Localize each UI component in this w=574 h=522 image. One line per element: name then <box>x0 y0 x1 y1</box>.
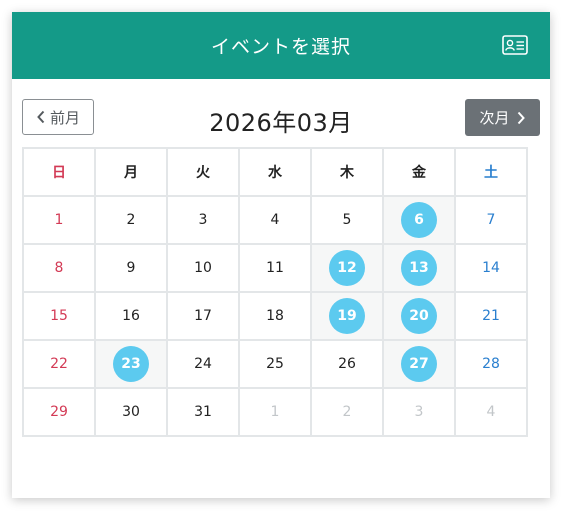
calendar-day-cell: 11 <box>238 243 312 293</box>
calendar-week-row: 8 9 10 11 12 13 14 <box>22 243 528 293</box>
day-number: 2 <box>342 404 352 420</box>
next-month-button[interactable]: 次月 <box>465 99 540 136</box>
event-day-marker[interactable]: 13 <box>401 250 437 286</box>
calendar-day-cell: 14 <box>454 243 528 293</box>
calendar-day-cell: 1 <box>22 195 96 245</box>
day-number: 8 <box>54 260 64 276</box>
calendar-week-row: 22 23 24 25 26 27 28 <box>22 339 528 389</box>
event-day-marker[interactable]: 23 <box>113 346 149 382</box>
calendar-day-cell: 7 <box>454 195 528 245</box>
calendar-day-cell[interactable]: 27 <box>382 339 456 389</box>
calendar-day-cell: 10 <box>166 243 240 293</box>
calendar-day-cell: 28 <box>454 339 528 389</box>
day-number: 24 <box>194 356 212 372</box>
calendar-day-cell: 2 <box>310 387 384 437</box>
day-number: 4 <box>270 212 280 228</box>
day-number: 29 <box>50 404 68 420</box>
day-number: 16 <box>122 308 140 324</box>
weekday-header-row: 日 月 火 水 木 金 土 <box>22 147 528 197</box>
day-number: 1 <box>270 404 280 420</box>
day-number: 5 <box>342 212 352 228</box>
day-number: 17 <box>194 308 212 324</box>
day-number: 22 <box>50 356 68 372</box>
calendar-day-cell: 3 <box>166 195 240 245</box>
day-number: 21 <box>482 308 500 324</box>
day-number: 26 <box>338 356 356 372</box>
day-number: 4 <box>486 404 496 420</box>
calendar-day-cell: 22 <box>22 339 96 389</box>
weekday-thursday: 木 <box>310 147 384 197</box>
chevron-right-icon <box>517 111 525 124</box>
calendar-day-cell: 15 <box>22 291 96 341</box>
calendar-day-cell: 31 <box>166 387 240 437</box>
calendar-day-cell: 1 <box>238 387 312 437</box>
calendar-day-cell: 3 <box>382 387 456 437</box>
day-number: 1 <box>54 212 64 228</box>
calendar-day-cell: 26 <box>310 339 384 389</box>
calendar-day-cell: 18 <box>238 291 312 341</box>
calendar-day-cell: 5 <box>310 195 384 245</box>
calendar-week-row: 15 16 17 18 19 20 21 <box>22 291 528 341</box>
weekday-friday: 金 <box>382 147 456 197</box>
day-number: 11 <box>266 260 284 276</box>
calendar-day-cell: 8 <box>22 243 96 293</box>
weekday-saturday: 土 <box>454 147 528 197</box>
calendar-day-cell[interactable]: 12 <box>310 243 384 293</box>
weekday-monday: 月 <box>94 147 168 197</box>
calendar-day-cell[interactable]: 19 <box>310 291 384 341</box>
calendar-day-cell: 9 <box>94 243 168 293</box>
day-number: 14 <box>482 260 500 276</box>
day-number: 3 <box>414 404 424 420</box>
calendar-day-cell: 24 <box>166 339 240 389</box>
id-card-icon[interactable] <box>502 35 528 55</box>
calendar-grid: 日 月 火 水 木 金 土 1 2 3 4 5 6 7 8 9 10 11 12 13 14 15 16 17 1… <box>22 147 528 437</box>
calendar-week-row: 29 30 31 1 2 3 4 <box>22 387 528 437</box>
calendar-day-cell: 30 <box>94 387 168 437</box>
calendar-day-cell[interactable]: 20 <box>382 291 456 341</box>
day-number: 25 <box>266 356 284 372</box>
weekday-sunday: 日 <box>22 147 96 197</box>
calendar-day-cell: 4 <box>238 195 312 245</box>
weekday-tuesday: 火 <box>166 147 240 197</box>
day-number: 31 <box>194 404 212 420</box>
event-day-marker[interactable]: 6 <box>401 202 437 238</box>
event-day-marker[interactable]: 20 <box>401 298 437 334</box>
calendar-week-row: 1 2 3 4 5 6 7 <box>22 195 528 245</box>
calendar-day-cell[interactable]: 13 <box>382 243 456 293</box>
calendar-day-cell: 29 <box>22 387 96 437</box>
day-number: 2 <box>126 212 136 228</box>
calendar-day-cell: 4 <box>454 387 528 437</box>
day-number: 10 <box>194 260 212 276</box>
event-select-card: イベントを選択 前月 2026年03月 次月 日 月 火 水 木 金 土 1 2… <box>12 12 550 498</box>
next-month-label: 次月 <box>479 109 510 127</box>
calendar-day-cell: 17 <box>166 291 240 341</box>
day-number: 28 <box>482 356 500 372</box>
day-number: 3 <box>198 212 208 228</box>
day-number: 9 <box>126 260 136 276</box>
calendar-day-cell[interactable]: 6 <box>382 195 456 245</box>
header-bar: イベントを選択 <box>12 12 550 79</box>
event-day-marker[interactable]: 12 <box>329 250 365 286</box>
day-number: 18 <box>266 308 284 324</box>
calendar-day-cell: 16 <box>94 291 168 341</box>
weekday-wednesday: 水 <box>238 147 312 197</box>
event-day-marker[interactable]: 27 <box>401 346 437 382</box>
calendar-day-cell[interactable]: 23 <box>94 339 168 389</box>
calendar-day-cell: 25 <box>238 339 312 389</box>
day-number: 30 <box>122 404 140 420</box>
event-day-marker[interactable]: 19 <box>329 298 365 334</box>
day-number: 15 <box>50 308 68 324</box>
calendar-day-cell: 2 <box>94 195 168 245</box>
day-number: 7 <box>486 212 496 228</box>
calendar-day-cell: 21 <box>454 291 528 341</box>
calendar-body: 1 2 3 4 5 6 7 8 9 10 11 12 13 14 15 16 17 18 19 20 21 22 23 24 2… <box>22 195 528 437</box>
page-title: イベントを選択 <box>210 36 351 58</box>
